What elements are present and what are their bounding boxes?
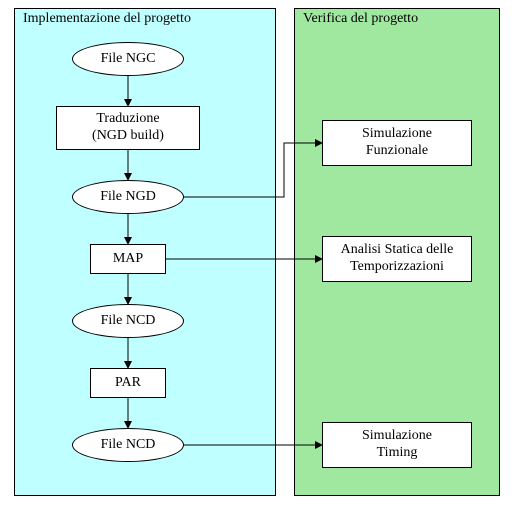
node-translate: Traduzione(NGD build) — [56, 106, 200, 150]
implementation-panel-title: Implementazione del progetto — [23, 11, 191, 27]
node-file-ncd-1: File NCD — [72, 304, 184, 338]
node-timing-sim: SimulazioneTiming — [322, 422, 472, 468]
node-functional-sim: SimulazioneFunzionale — [322, 120, 472, 166]
node-file-ncd-2: File NCD — [72, 428, 184, 462]
node-par: PAR — [90, 368, 166, 398]
diagram-canvas: Implementazione del progetto Verifica de… — [0, 0, 512, 506]
node-file-ngd: File NGD — [72, 180, 184, 214]
node-file-ngc: File NGC — [72, 42, 184, 76]
verification-panel-title: Verifica del progetto — [303, 11, 418, 27]
node-map: MAP — [90, 244, 166, 274]
node-static-timing: Analisi Statica delleTemporizzazioni — [322, 236, 472, 282]
